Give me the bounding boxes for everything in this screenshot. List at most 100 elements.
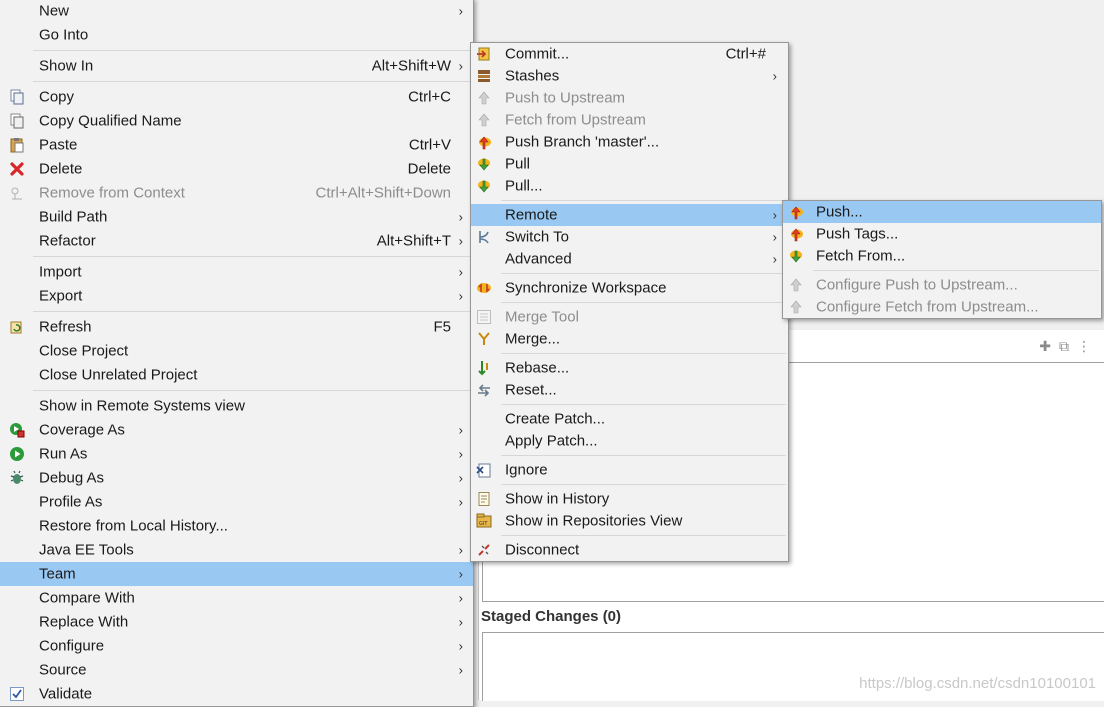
menu-item-build-path[interactable]: Build Path ›	[0, 205, 473, 229]
menu-item-remove-from-context[interactable]: Remove from Context Ctrl+Alt+Shift+Down	[0, 181, 473, 205]
menu-separator	[33, 311, 471, 312]
chevron-right-icon: ›	[458, 662, 463, 678]
menu-separator	[33, 81, 471, 82]
menu-item-configure-push-to-upstream[interactable]: Configure Push to Upstream...	[783, 274, 1101, 296]
switch-branch-icon	[479, 231, 489, 244]
menu-item-push[interactable]: Push...	[783, 201, 1101, 223]
menu-item-validate[interactable]: Validate	[0, 682, 473, 706]
menu-item-source[interactable]: Source ›	[0, 658, 473, 682]
menu-item-coverage-as[interactable]: Coverage As ›	[0, 418, 473, 442]
menu-item-replace-with[interactable]: Replace With ›	[0, 610, 473, 634]
menu-item-fetch-from[interactable]: Fetch From...	[783, 245, 1101, 267]
remote-submenu: Push... Push Tags... Fetch From... Confi…	[782, 200, 1102, 319]
coverage-icon	[10, 423, 25, 438]
menu-item-close-unrelated-project[interactable]: Close Unrelated Project	[0, 363, 473, 387]
debug-icon	[10, 470, 24, 484]
menu-item-new[interactable]: New ›	[0, 0, 473, 23]
menu-item-remote[interactable]: Remote ›	[471, 204, 788, 226]
menu-item-go-into[interactable]: Go Into	[0, 23, 473, 47]
push-icon	[788, 204, 804, 220]
menu-item-switch-to[interactable]: Switch To ›	[471, 226, 788, 248]
menu-item-commit[interactable]: Commit... Ctrl+#	[471, 43, 788, 65]
chevron-right-icon: ›	[772, 68, 777, 84]
chevron-right-icon: ›	[458, 590, 463, 606]
menu-separator	[501, 200, 786, 201]
menu-item-restore-from-local-history[interactable]: Restore from Local History...	[0, 514, 473, 538]
menu-item-advanced[interactable]: Advanced ›	[471, 248, 788, 270]
menu-separator	[501, 302, 786, 303]
menu-item-show-in-history[interactable]: Show in History	[471, 488, 788, 510]
paste-icon	[10, 138, 24, 153]
context-menu: New › Go Into Show In Alt+Shift+W › Copy Ctr…	[0, 0, 474, 707]
menu-item-close-project[interactable]: Close Project	[0, 339, 473, 363]
menu-item-copy-qualified-name[interactable]: Copy Qualified Name	[0, 109, 473, 133]
chevron-right-icon: ›	[458, 446, 463, 462]
configure-fetch-icon	[788, 299, 804, 315]
fetch-icon	[788, 248, 804, 264]
menu-item-disconnect[interactable]: Disconnect	[471, 539, 788, 561]
menu-item-stashes[interactable]: Stashes ›	[471, 65, 788, 87]
menu-item-show-in-remote-systems[interactable]: Show in Remote Systems view	[0, 394, 473, 418]
chevron-right-icon: ›	[458, 614, 463, 630]
menu-separator	[813, 270, 1099, 271]
menu-item-fetch-from-upstream[interactable]: Fetch from Upstream	[471, 109, 788, 131]
watermark: https://blog.csdn.net/csdn10100101	[859, 675, 1096, 692]
menu-item-profile-as[interactable]: Profile As ›	[0, 490, 473, 514]
remove-context-icon	[11, 187, 22, 200]
push-tags-icon	[788, 226, 804, 242]
chevron-right-icon: ›	[772, 229, 777, 245]
menu-item-show-in[interactable]: Show In Alt+Shift+W ›	[0, 54, 473, 78]
menu-separator	[33, 50, 471, 51]
chevron-right-icon: ›	[458, 422, 463, 438]
menu-item-configure[interactable]: Configure ›	[0, 634, 473, 658]
menu-item-rebase[interactable]: Rebase...	[471, 357, 788, 379]
chevron-right-icon: ›	[458, 470, 463, 486]
menu-separator	[33, 390, 471, 391]
menu-separator	[501, 484, 786, 485]
menu-item-show-in-repositories-view[interactable]: GIT Show in Repositories View	[471, 510, 788, 532]
menu-item-debug-as[interactable]: Debug As ›	[0, 466, 473, 490]
synchronize-icon	[477, 283, 491, 293]
menu-separator	[501, 455, 786, 456]
menu-separator	[501, 404, 786, 405]
menu-item-ignore[interactable]: Ignore	[471, 459, 788, 481]
pull-icon	[476, 156, 492, 172]
menu-item-apply-patch[interactable]: Apply Patch...	[471, 430, 788, 452]
stash-icon	[478, 70, 490, 82]
chevron-right-icon: ›	[458, 58, 463, 74]
menu-item-copy[interactable]: Copy Ctrl+C	[0, 85, 473, 109]
menu-item-import[interactable]: Import ›	[0, 260, 473, 284]
menu-item-push-branch[interactable]: Push Branch 'master'...	[471, 131, 788, 153]
menu-item-refresh[interactable]: Refresh F5	[0, 315, 473, 339]
configure-push-icon	[788, 277, 804, 293]
menu-item-merge[interactable]: Merge...	[471, 328, 788, 350]
merge-tool-icon	[477, 310, 491, 324]
menu-item-java-ee-tools[interactable]: Java EE Tools ›	[0, 538, 473, 562]
disconnect-icon	[478, 544, 490, 556]
chevron-right-icon: ›	[458, 638, 463, 654]
menu-item-pull[interactable]: Pull	[471, 153, 788, 175]
menu-item-create-patch[interactable]: Create Patch...	[471, 408, 788, 430]
menu-item-reset[interactable]: Reset...	[471, 379, 788, 401]
delete-icon	[10, 162, 24, 176]
menu-item-export[interactable]: Export ›	[0, 284, 473, 308]
refresh-icon	[10, 321, 22, 334]
menu-item-push-tags[interactable]: Push Tags...	[783, 223, 1101, 245]
menu-item-pull-dialog[interactable]: Pull...	[471, 175, 788, 197]
commit-icon	[477, 47, 490, 61]
chevron-right-icon: ›	[772, 207, 777, 223]
menu-item-paste[interactable]: Paste Ctrl+V	[0, 133, 473, 157]
fetch-upstream-icon	[476, 112, 492, 128]
chevron-right-icon: ›	[458, 494, 463, 510]
menu-item-push-to-upstream[interactable]: Push to Upstream	[471, 87, 788, 109]
chevron-right-icon: ›	[772, 251, 777, 267]
menu-item-merge-tool[interactable]: Merge Tool	[471, 306, 788, 328]
menu-item-team[interactable]: Team ›	[0, 562, 473, 586]
menu-item-synchronize-workspace[interactable]: Synchronize Workspace	[471, 277, 788, 299]
menu-item-configure-fetch-from-upstream[interactable]: Configure Fetch from Upstream...	[783, 296, 1101, 318]
menu-item-delete[interactable]: Delete Delete	[0, 157, 473, 181]
menu-item-refactor[interactable]: Refactor Alt+Shift+T ›	[0, 229, 473, 253]
menu-item-run-as[interactable]: Run As ›	[0, 442, 473, 466]
menu-item-compare-with[interactable]: Compare With ›	[0, 586, 473, 610]
ignore-icon	[476, 463, 491, 478]
